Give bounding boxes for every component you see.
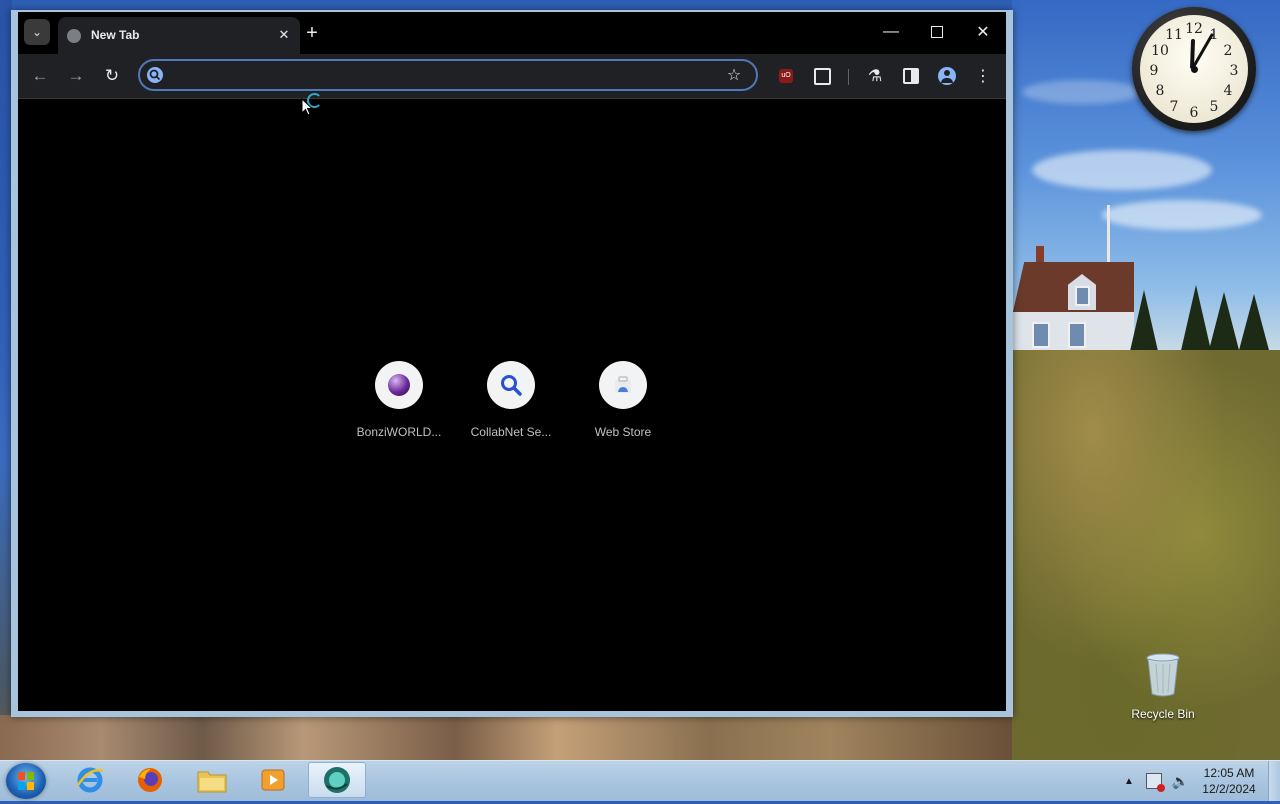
shortcut-collabnet[interactable]: CollabNet Se...: [461, 361, 561, 439]
extensions-puzzle-icon: [813, 67, 831, 85]
globe-icon: [67, 29, 81, 43]
purple-orb-icon: [388, 374, 410, 396]
minimize-button[interactable]: —: [876, 20, 906, 44]
shortcut-label: BonziWORLD...: [356, 425, 442, 439]
bookmark-star-button[interactable]: ☆: [724, 65, 744, 85]
taskbar-date: 12/2/2024: [1202, 782, 1256, 796]
maximize-icon: [931, 26, 943, 38]
tab-strip: ⌄ New Tab ✕ + — ✕: [18, 12, 1006, 54]
recycle-bin-icon: [1146, 653, 1180, 697]
minimize-icon: —: [883, 23, 899, 40]
chevron-down-icon: ⌄: [31, 25, 43, 39]
browser-app-icon: [324, 767, 350, 793]
forward-button[interactable]: →: [64, 64, 88, 88]
clock-face: 12 1 2 3 4 5 6 7 8 9 10 11: [1140, 15, 1248, 123]
system-tray: ▲ 🔈: [1124, 761, 1189, 801]
shortcut-web-store[interactable]: Web Store: [573, 361, 673, 439]
taskbar-internet-explorer[interactable]: [63, 762, 117, 798]
labs-flask-icon: ⚗: [867, 68, 883, 85]
taskbar-clock[interactable]: 12:05 AM 12/2/2024: [1196, 765, 1262, 797]
mouse-pointer-icon: [301, 98, 313, 116]
volume-icon[interactable]: 🔈: [1172, 773, 1189, 790]
desktop-wallpaper: [1012, 0, 1280, 760]
taskbar: ▲ 🔈 12:05 AM 12/2/2024: [0, 760, 1280, 801]
shortcut-icon-tile: [599, 361, 647, 409]
media-player-icon: [261, 769, 285, 791]
clock-gadget[interactable]: 12 1 2 3 4 5 6 7 8 9 10 11: [1132, 7, 1256, 131]
close-tab-button[interactable]: ✕: [274, 25, 294, 45]
shortcut-bonziworld[interactable]: BonziWORLD...: [349, 361, 449, 439]
close-icon: ✕: [278, 27, 290, 42]
back-button[interactable]: ←: [28, 64, 52, 88]
labs-button[interactable]: ⚗: [863, 64, 887, 88]
search-icon: [147, 67, 163, 83]
browser-toolbar: ← → ↻ ☆ uO ⚗ ⋮: [18, 54, 1006, 98]
shortcut-icon-tile: [375, 361, 423, 409]
side-panel-icon: [903, 68, 919, 84]
taskbar-browser[interactable]: [308, 762, 366, 798]
ublock-origin-button[interactable]: uO: [774, 64, 798, 88]
browser-window: ⌄ New Tab ✕ + — ✕ ← → ↻ ☆ uO ⚗ ⋮ BonziWO…: [11, 10, 1013, 717]
menu-icon: ⋮: [975, 68, 991, 85]
tab-new-tab[interactable]: New Tab ✕: [58, 17, 300, 54]
taskbar-firefox[interactable]: [123, 762, 177, 798]
taskbar-file-explorer[interactable]: [185, 762, 239, 798]
address-bar[interactable]: ☆: [138, 59, 758, 91]
maximize-button[interactable]: [922, 20, 952, 44]
web-store-icon: [615, 376, 631, 393]
new-tab-button[interactable]: +: [300, 21, 324, 45]
internet-explorer-icon: [76, 767, 104, 793]
reload-button[interactable]: ↻: [100, 64, 124, 88]
file-explorer-icon: [197, 771, 227, 793]
plus-icon: +: [306, 21, 318, 44]
new-tab-page: BonziWORLD... CollabNet Se... Web Store: [18, 98, 1006, 711]
firefox-icon: [138, 768, 162, 792]
close-icon: ✕: [976, 24, 990, 41]
forward-arrow-icon: →: [67, 66, 85, 85]
extensions-button[interactable]: [810, 64, 834, 88]
clock-minute-hand: [1191, 32, 1214, 69]
tab-search-button[interactable]: ⌄: [24, 19, 50, 45]
wallpaper-rocks: [0, 715, 1012, 760]
magnifier-icon: [501, 375, 522, 396]
shortcut-label: CollabNet Se...: [470, 425, 552, 439]
close-window-button[interactable]: ✕: [968, 20, 998, 44]
address-input[interactable]: [170, 65, 714, 87]
start-button[interactable]: [6, 763, 46, 799]
ublock-origin-icon: uO: [779, 69, 793, 83]
tab-title: New Tab: [91, 28, 140, 42]
taskbar-time: 12:05 AM: [1203, 766, 1255, 780]
show-hidden-icons-button[interactable]: ▲: [1124, 776, 1134, 787]
back-arrow-icon: ←: [31, 66, 49, 85]
show-desktop-button[interactable]: [1268, 761, 1280, 801]
shortcut-icon-tile: [487, 361, 535, 409]
shortcut-label: Web Store: [594, 425, 652, 439]
profile-button[interactable]: [935, 64, 959, 88]
browser-menu-button[interactable]: ⋮: [971, 64, 995, 88]
side-panel-button[interactable]: [899, 64, 923, 88]
profile-icon: [938, 67, 956, 85]
reload-icon: ↻: [104, 66, 120, 85]
network-icon[interactable]: [1145, 773, 1165, 792]
star-icon: ☆: [726, 67, 742, 84]
lighthouse-keeper-house: [1012, 246, 1134, 362]
windows-logo-icon: [18, 772, 34, 790]
taskbar-media-player[interactable]: [246, 762, 300, 798]
recycle-bin-label: Recycle Bin: [1131, 707, 1195, 721]
toolbar-divider: [848, 69, 849, 85]
recycle-bin-desktop-icon[interactable]: Recycle Bin: [1127, 652, 1199, 721]
